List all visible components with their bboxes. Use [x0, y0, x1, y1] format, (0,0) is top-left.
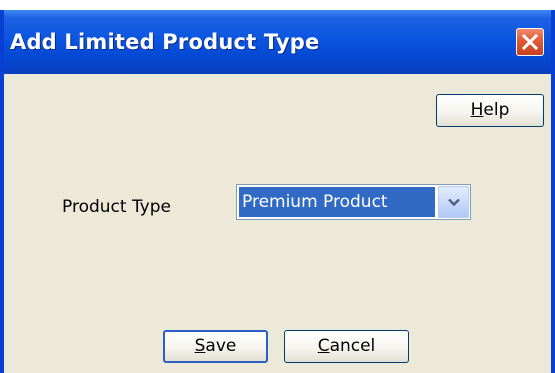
product-type-selected-value: Premium Product	[239, 187, 435, 217]
close-button[interactable]	[516, 28, 544, 56]
cancel-button[interactable]: Cancel	[284, 330, 409, 363]
help-accel: H	[470, 100, 484, 120]
product-type-select[interactable]: Premium Product	[236, 184, 471, 220]
dialog-body: Help Product Type Premium Product Save C…	[4, 74, 551, 373]
close-icon	[522, 34, 538, 50]
product-type-label: Product Type	[62, 197, 171, 217]
dialog-title: Add Limited Product Type	[10, 30, 320, 54]
chevron-down-icon	[448, 198, 460, 207]
title-bar[interactable]: Add Limited Product Type	[4, 10, 551, 74]
save-label-rest: ave	[205, 336, 237, 356]
help-label-rest: elp	[483, 100, 510, 120]
cancel-accel: C	[317, 336, 330, 356]
dialog-window: Add Limited Product Type Help Product Ty…	[0, 10, 555, 373]
help-button[interactable]: Help	[436, 94, 544, 127]
save-button[interactable]: Save	[163, 330, 268, 363]
cancel-label-rest: ancel	[329, 336, 376, 356]
dropdown-button[interactable]	[438, 186, 469, 218]
save-accel: S	[194, 336, 206, 356]
